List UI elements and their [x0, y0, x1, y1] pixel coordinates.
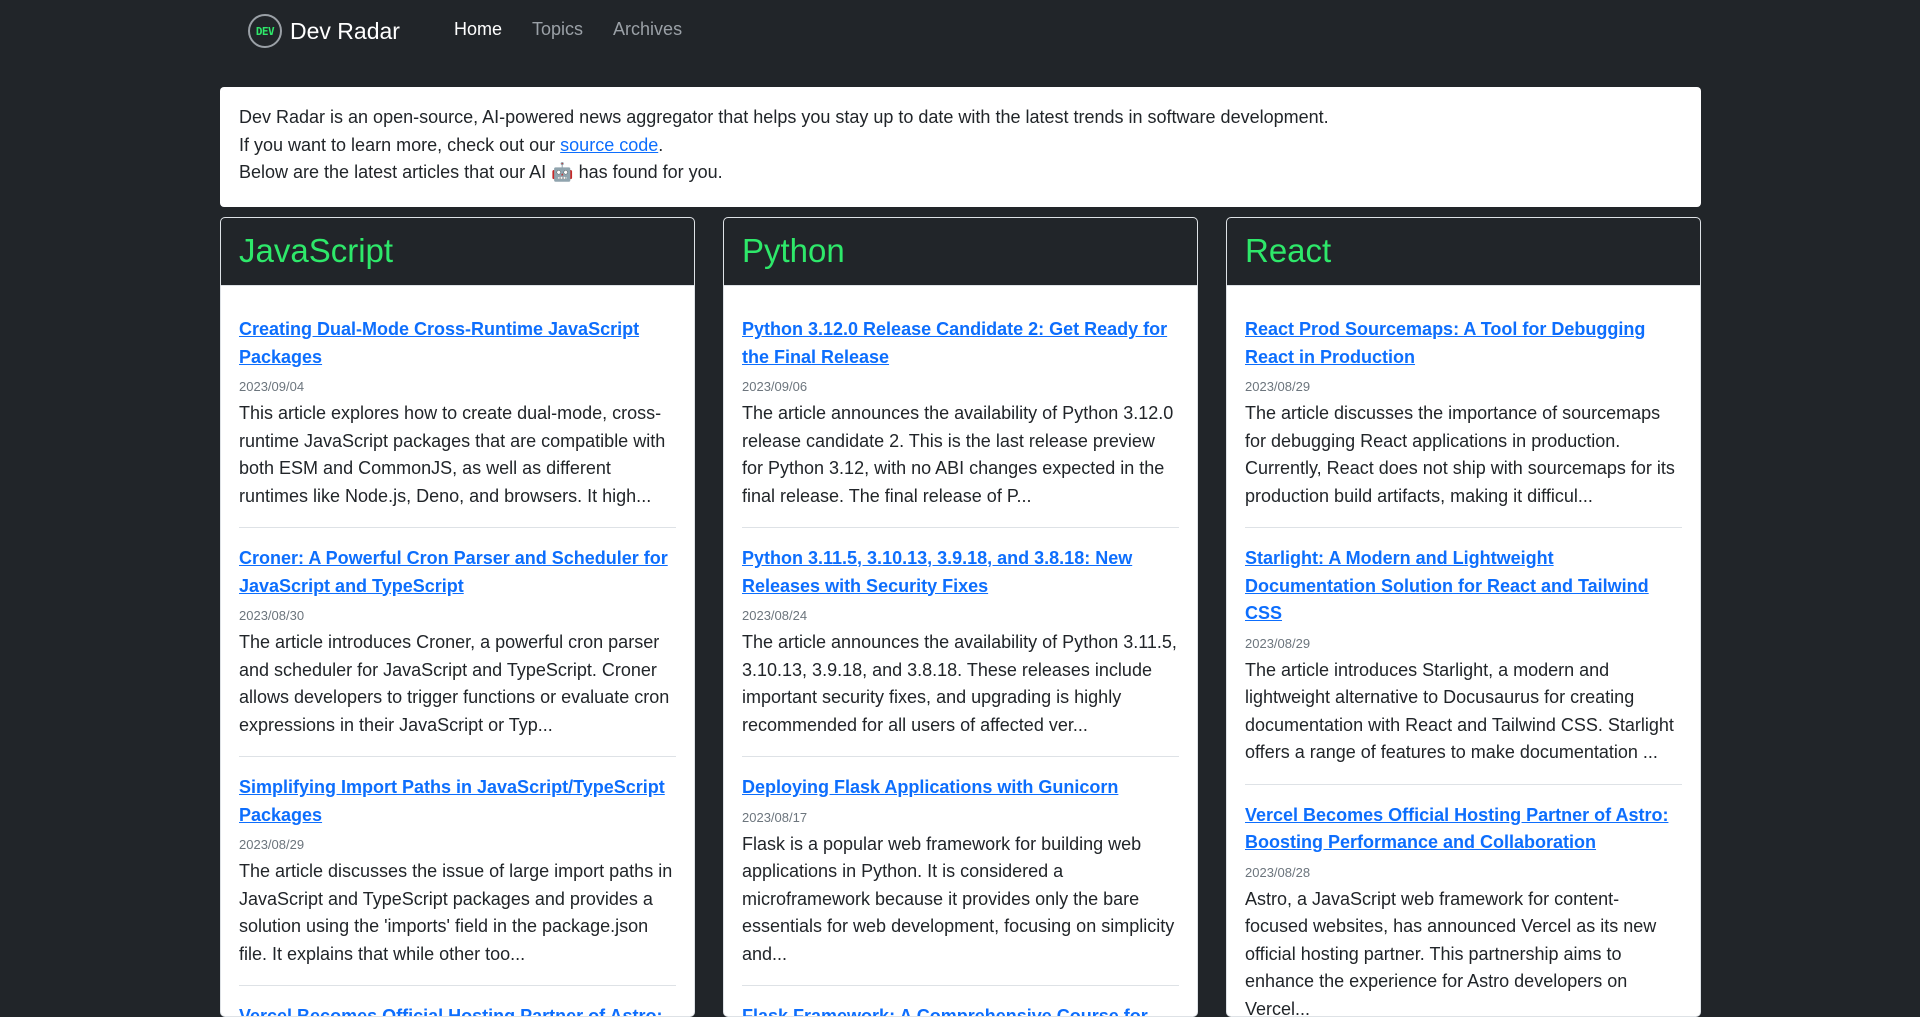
article-item: Python 3.12.0 Release Candidate 2: Get R…: [742, 316, 1179, 528]
article-date: 2023/08/29: [1245, 378, 1682, 396]
article-summary: The article announces the availability o…: [742, 400, 1179, 510]
nav-links: Home Topics Archives: [454, 19, 682, 40]
nav-link-topics[interactable]: Topics: [532, 19, 583, 40]
article-item: Flask Framework: A Comprehensive Course …: [742, 1003, 1179, 1017]
topic-column-javascript: JavaScript Creating Dual-Mode Cross-Runt…: [220, 217, 695, 1017]
article-summary: The article introduces Starlight, a mode…: [1245, 657, 1682, 767]
article-title-link[interactable]: Simplifying Import Paths in JavaScript/T…: [239, 774, 676, 829]
article-list: Python 3.12.0 Release Candidate 2: Get R…: [724, 286, 1197, 1017]
dev-logo-icon: DEV: [248, 14, 282, 48]
brand-home-link[interactable]: DEV Dev Radar: [248, 14, 400, 48]
article-date: 2023/08/28: [1245, 864, 1682, 882]
nav-link-home[interactable]: Home: [454, 19, 502, 40]
intro-line-2-prefix: If you want to learn more, check out our: [239, 135, 560, 155]
article-title-link[interactable]: Deploying Flask Applications with Gunico…: [742, 774, 1179, 802]
nav-link-archives[interactable]: Archives: [613, 19, 682, 40]
article-date: 2023/08/30: [239, 607, 676, 625]
column-header: JavaScript: [221, 218, 694, 286]
article-item: Croner: A Powerful Cron Parser and Sched…: [239, 545, 676, 757]
brand-name: Dev Radar: [290, 18, 400, 45]
article-title-link[interactable]: Flask Framework: A Comprehensive Course …: [742, 1003, 1179, 1017]
article-summary: The article announces the availability o…: [742, 629, 1179, 739]
article-item: Deploying Flask Applications with Gunico…: [742, 774, 1179, 986]
article-item: Vercel Becomes Official Hosting Partner …: [239, 1003, 676, 1017]
topic-column-python: Python Python 3.12.0 Release Candidate 2…: [723, 217, 1198, 1017]
article-item: Simplifying Import Paths in JavaScript/T…: [239, 774, 676, 986]
article-summary: The article introduces Croner, a powerfu…: [239, 629, 676, 739]
article-summary: The article discusses the issue of large…: [239, 858, 676, 968]
article-date: 2023/08/29: [239, 836, 676, 854]
source-code-link[interactable]: source code: [560, 135, 658, 155]
column-header: React: [1227, 218, 1700, 286]
article-date: 2023/08/24: [742, 607, 1179, 625]
article-item: React Prod Sourcemaps: A Tool for Debugg…: [1245, 316, 1682, 528]
article-title-link[interactable]: React Prod Sourcemaps: A Tool for Debugg…: [1245, 316, 1682, 371]
article-date: 2023/08/29: [1245, 635, 1682, 653]
article-title-link[interactable]: Python 3.11.5, 3.10.13, 3.9.18, and 3.8.…: [742, 545, 1179, 600]
article-date: 2023/09/04: [239, 378, 676, 396]
article-list: React Prod Sourcemaps: A Tool for Debugg…: [1227, 286, 1700, 1017]
column-title: React: [1245, 230, 1682, 272]
article-date: 2023/08/17: [742, 809, 1179, 827]
article-title-link[interactable]: Python 3.12.0 Release Candidate 2: Get R…: [742, 316, 1179, 371]
top-navbar: DEV Dev Radar Home Topics Archives: [0, 0, 1920, 62]
article-summary: Flask is a popular web framework for bui…: [742, 831, 1179, 969]
column-title: Python: [742, 230, 1179, 272]
intro-line-2-suffix: .: [658, 135, 663, 155]
article-item: Creating Dual-Mode Cross-Runtime JavaScr…: [239, 316, 676, 528]
article-title-link[interactable]: Croner: A Powerful Cron Parser and Sched…: [239, 545, 676, 600]
article-item: Starlight: A Modern and Lightweight Docu…: [1245, 545, 1682, 785]
article-item: Python 3.11.5, 3.10.13, 3.9.18, and 3.8.…: [742, 545, 1179, 757]
intro-line-2: If you want to learn more, check out our…: [239, 132, 1682, 160]
intro-card: Dev Radar is an open-source, AI-powered …: [220, 87, 1701, 207]
column-header: Python: [724, 218, 1197, 286]
article-date: 2023/09/06: [742, 378, 1179, 396]
column-title: JavaScript: [239, 230, 676, 272]
article-summary: Astro, a JavaScript web framework for co…: [1245, 886, 1682, 1017]
article-title-link[interactable]: Vercel Becomes Official Hosting Partner …: [1245, 802, 1682, 857]
article-title-link[interactable]: Creating Dual-Mode Cross-Runtime JavaScr…: [239, 316, 676, 371]
intro-line-1: Dev Radar is an open-source, AI-powered …: [239, 104, 1682, 132]
article-list: Creating Dual-Mode Cross-Runtime JavaScr…: [221, 286, 694, 1017]
article-title-link[interactable]: Vercel Becomes Official Hosting Partner …: [239, 1003, 676, 1017]
article-title-link[interactable]: Starlight: A Modern and Lightweight Docu…: [1245, 545, 1682, 628]
article-summary: This article explores how to create dual…: [239, 400, 676, 510]
article-item: Vercel Becomes Official Hosting Partner …: [1245, 802, 1682, 1017]
intro-line-3: Below are the latest articles that our A…: [239, 159, 1682, 187]
topic-column-react: React React Prod Sourcemaps: A Tool for …: [1226, 217, 1701, 1017]
article-summary: The article discusses the importance of …: [1245, 400, 1682, 510]
